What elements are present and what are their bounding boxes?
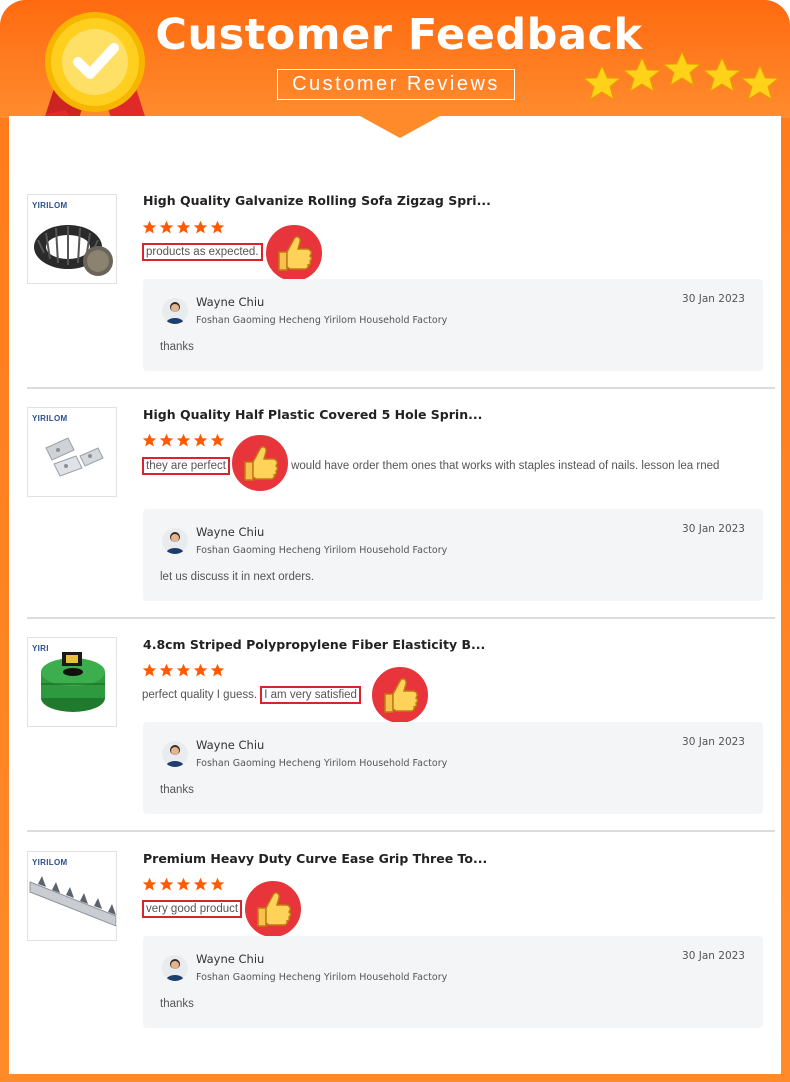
thumbs-up-icon [230,433,290,493]
star-rating [142,433,225,449]
reply-date: 30 Jan 2023 [682,736,745,748]
star-icon [210,877,225,891]
reply-company: Foshan Gaoming Hecheng Yirilom Household… [196,545,448,556]
star-rating [142,877,225,893]
reply-text: thanks [160,341,194,353]
star-icon [210,220,225,234]
product-title[interactable]: High Quality Half Plastic Covered 5 Hole… [143,407,482,422]
brand-label: YIRILOM [32,414,68,423]
header-pointer [360,116,440,138]
reply-author-name: Wayne Chiu [196,525,265,539]
seller-reply: Wayne Chiu Foshan Gaoming Hecheng Yirilo… [143,509,763,601]
review-divider [27,387,775,389]
star-icon [193,433,208,447]
comment-highlight: products as expected. [142,243,263,261]
brand-label: YIRILOM [32,858,68,867]
product-thumbnail[interactable]: YIRILOM [27,194,117,284]
review-comment: products as expected. [142,243,742,261]
star-icon [193,877,208,891]
star-icon [176,220,191,234]
reply-company: Foshan Gaoming Hecheng Yirilom Household… [196,972,448,983]
comment-text: would have order them ones that works wi… [291,460,720,472]
reply-company: Foshan Gaoming Hecheng Yirilom Household… [196,758,448,769]
star-icon [142,663,157,677]
reply-author-name: Wayne Chiu [196,952,265,966]
reply-date: 30 Jan 2023 [682,523,745,535]
comment-highlight: I am very satisfied [260,686,361,704]
thumbs-up-icon [370,665,430,725]
reply-text: let us discuss it in next orders. [160,571,315,583]
star-icon [176,877,191,891]
star-icon [193,220,208,234]
review-comment: very good product [142,900,742,918]
reply-text: thanks [160,998,194,1010]
star-icon [159,663,174,677]
comment-highlight: they are perfect [142,457,230,475]
avatar [162,528,188,554]
thumbs-up-icon [243,879,303,939]
star-icon [210,663,225,677]
product-title[interactable]: Premium Heavy Duty Curve Ease Grip Three… [143,851,487,866]
reply-author-name: Wayne Chiu [196,738,265,752]
thumbs-up-icon [264,223,324,283]
product-thumbnail[interactable]: YIRI [27,637,117,727]
product-title[interactable]: 4.8cm Striped Polypropylene Fiber Elasti… [143,637,485,652]
reply-company: Foshan Gaoming Hecheng Yirilom Household… [196,315,448,326]
reply-text: thanks [160,784,194,796]
seller-reply: Wayne Chiu Foshan Gaoming Hecheng Yirilo… [143,936,763,1028]
review-comment: perfect quality I guess. I am very satis… [142,686,742,704]
brand-label: YIRILOM [32,201,68,210]
reply-date: 30 Jan 2023 [682,293,745,305]
seller-reply: Wayne Chiu Foshan Gaoming Hecheng Yirilo… [143,722,763,814]
product-thumbnail[interactable]: YIRILOM [27,851,117,941]
star-icon [176,663,191,677]
reply-author-name: Wayne Chiu [196,295,265,309]
reply-date: 30 Jan 2023 [682,950,745,962]
comment-text: perfect quality I guess. [142,689,258,701]
product-title[interactable]: High Quality Galvanize Rolling Sofa Zigz… [143,193,491,208]
star-icon [159,220,174,234]
brand-label: YIRI [32,644,49,653]
star-icon [159,877,174,891]
comment-highlight: very good product [142,900,243,918]
review-divider [27,617,775,619]
avatar [162,955,188,981]
star-icon [176,433,191,447]
avatar [162,298,188,324]
star-icon [142,433,157,447]
star-icon [193,663,208,677]
seller-reply: Wayne Chiu Foshan Gaoming Hecheng Yirilo… [143,279,763,371]
star-icon [210,433,225,447]
page-subtitle: Customer Reviews [277,69,515,100]
star-rating [142,663,225,679]
avatar [162,741,188,767]
star-icon [142,877,157,891]
product-thumbnail[interactable]: YIRILOM [27,407,117,497]
review-divider [27,830,775,832]
star-rating [142,220,225,236]
five-stars-icon [583,51,779,100]
star-icon [159,433,174,447]
star-icon [142,220,157,234]
